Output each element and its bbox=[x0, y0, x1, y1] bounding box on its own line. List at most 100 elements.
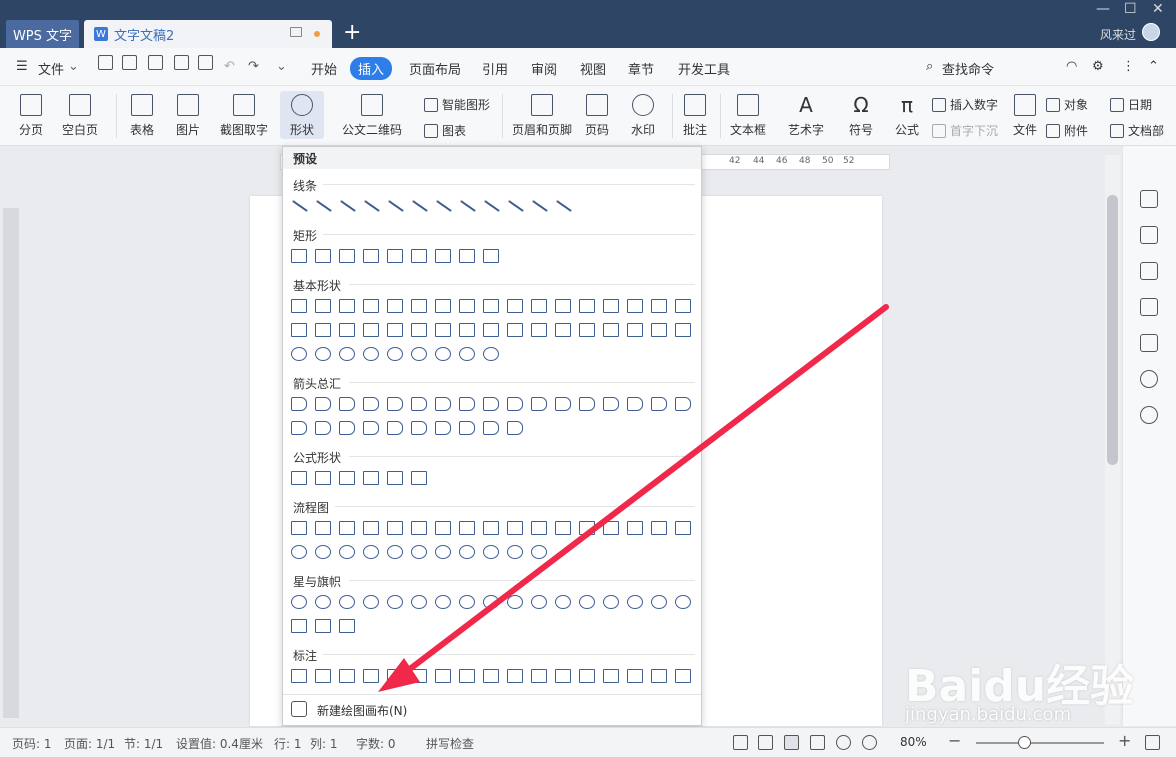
tab-insert[interactable]: 插入 bbox=[350, 57, 393, 80]
more-options-icon[interactable]: ⋮ bbox=[1122, 59, 1135, 74]
shape-option[interactable] bbox=[483, 521, 499, 535]
shape-option[interactable] bbox=[339, 595, 355, 609]
shape-option[interactable] bbox=[459, 347, 475, 361]
shape-option[interactable] bbox=[291, 299, 307, 313]
page-number-button[interactable]: 页码 bbox=[582, 94, 612, 138]
shape-option[interactable] bbox=[339, 397, 355, 411]
shape-option[interactable] bbox=[411, 323, 427, 337]
shape-option[interactable] bbox=[339, 347, 355, 361]
shape-option[interactable] bbox=[579, 323, 595, 337]
shape-option[interactable] bbox=[507, 421, 523, 435]
shape-option[interactable] bbox=[555, 299, 571, 313]
shape-option[interactable] bbox=[340, 200, 356, 212]
shape-option[interactable] bbox=[627, 299, 643, 313]
shape-option[interactable] bbox=[651, 323, 667, 337]
shape-option[interactable] bbox=[651, 521, 667, 535]
sliders-icon[interactable] bbox=[1140, 334, 1158, 352]
save-icon[interactable] bbox=[122, 55, 137, 70]
maximize-icon[interactable]: ☐ bbox=[1124, 1, 1137, 17]
shape-option[interactable] bbox=[435, 545, 451, 559]
shape-option[interactable] bbox=[603, 397, 619, 411]
shape-option[interactable] bbox=[315, 669, 331, 683]
redo-icon[interactable]: ↷ bbox=[248, 59, 259, 74]
shape-option[interactable] bbox=[291, 669, 307, 683]
shape-option[interactable] bbox=[507, 397, 523, 411]
shape-option[interactable] bbox=[339, 471, 355, 485]
shape-option[interactable] bbox=[387, 595, 403, 609]
shape-option[interactable] bbox=[483, 421, 499, 435]
scrollbar-thumb[interactable] bbox=[1107, 195, 1118, 465]
shape-option[interactable] bbox=[363, 421, 379, 435]
shape-option[interactable] bbox=[603, 299, 619, 313]
shape-option[interactable] bbox=[339, 323, 355, 337]
shape-option[interactable] bbox=[387, 347, 403, 361]
shape-option[interactable] bbox=[363, 323, 379, 337]
shape-option[interactable] bbox=[387, 669, 403, 683]
shape-option[interactable] bbox=[339, 669, 355, 683]
shape-option[interactable] bbox=[483, 249, 499, 263]
shape-option[interactable] bbox=[531, 669, 547, 683]
attachment-button[interactable]: 附件 bbox=[1046, 122, 1088, 139]
shape-option[interactable] bbox=[363, 521, 379, 535]
zoom-level[interactable]: 80% bbox=[900, 735, 927, 749]
shape-option[interactable] bbox=[532, 200, 548, 212]
read-mode-icon[interactable] bbox=[758, 735, 773, 750]
tab-view[interactable]: 视图 bbox=[580, 59, 606, 78]
shape-option[interactable] bbox=[315, 545, 331, 559]
shape-option[interactable] bbox=[603, 595, 619, 609]
shape-option[interactable] bbox=[411, 545, 427, 559]
vertical-scrollbar[interactable] bbox=[1105, 155, 1120, 725]
document-tab[interactable]: W 文字文稿2 bbox=[84, 20, 332, 48]
shape-option[interactable] bbox=[483, 299, 499, 313]
shape-option[interactable] bbox=[531, 397, 547, 411]
print-icon[interactable] bbox=[174, 55, 189, 70]
shape-option[interactable] bbox=[291, 347, 307, 361]
shape-option[interactable] bbox=[387, 299, 403, 313]
shape-option[interactable] bbox=[435, 249, 451, 263]
page-view-icon[interactable] bbox=[784, 735, 799, 750]
shape-option[interactable] bbox=[483, 347, 499, 361]
shape-option[interactable] bbox=[291, 471, 307, 485]
page-break-button[interactable]: 分页 bbox=[14, 94, 48, 138]
format-painter-icon[interactable] bbox=[148, 55, 163, 70]
date-button[interactable]: 日期 bbox=[1110, 96, 1152, 113]
formula-button[interactable]: π 公式 bbox=[890, 94, 924, 138]
shape-option[interactable] bbox=[364, 200, 380, 212]
lock-icon[interactable] bbox=[1140, 298, 1158, 316]
shape-option[interactable] bbox=[675, 669, 691, 683]
shape-option[interactable] bbox=[292, 200, 308, 212]
shape-option[interactable] bbox=[531, 545, 547, 559]
shape-option[interactable] bbox=[459, 521, 475, 535]
shape-option[interactable] bbox=[291, 521, 307, 535]
zoom-in-icon[interactable]: + bbox=[1118, 731, 1131, 750]
shape-option[interactable] bbox=[339, 521, 355, 535]
first-sink-button[interactable]: 首字下沉 bbox=[932, 122, 998, 139]
shape-option[interactable] bbox=[291, 421, 307, 435]
shape-option[interactable] bbox=[291, 595, 307, 609]
tab-page-layout[interactable]: 页面布局 bbox=[409, 59, 461, 78]
shape-option[interactable] bbox=[507, 323, 523, 337]
search-icon[interactable]: ⌕ bbox=[926, 59, 933, 74]
zoom-slider-thumb[interactable] bbox=[1018, 736, 1031, 749]
shape-option[interactable] bbox=[579, 669, 595, 683]
shape-option[interactable] bbox=[315, 421, 331, 435]
qr-code-button[interactable]: 公文二维码 bbox=[330, 94, 414, 138]
shape-option[interactable] bbox=[411, 471, 427, 485]
outline-view-icon[interactable] bbox=[810, 735, 825, 750]
shape-option[interactable] bbox=[411, 669, 427, 683]
shape-option[interactable] bbox=[651, 669, 667, 683]
shape-button[interactable]: 形状 bbox=[280, 91, 324, 139]
picture-button[interactable]: 图片 bbox=[170, 94, 206, 138]
shape-option[interactable] bbox=[436, 200, 452, 212]
shape-option[interactable] bbox=[363, 595, 379, 609]
hamburger-icon[interactable]: ☰ bbox=[16, 59, 28, 74]
eye-care-icon[interactable] bbox=[862, 735, 877, 750]
shape-option[interactable] bbox=[508, 200, 524, 212]
headset-icon[interactable]: ◠ bbox=[1066, 59, 1077, 74]
shape-option[interactable] bbox=[459, 595, 475, 609]
shape-option[interactable] bbox=[291, 545, 307, 559]
shape-option[interactable] bbox=[316, 200, 332, 212]
shape-option[interactable] bbox=[339, 299, 355, 313]
shape-option[interactable] bbox=[579, 397, 595, 411]
chart-button[interactable]: 图表 bbox=[424, 122, 466, 139]
